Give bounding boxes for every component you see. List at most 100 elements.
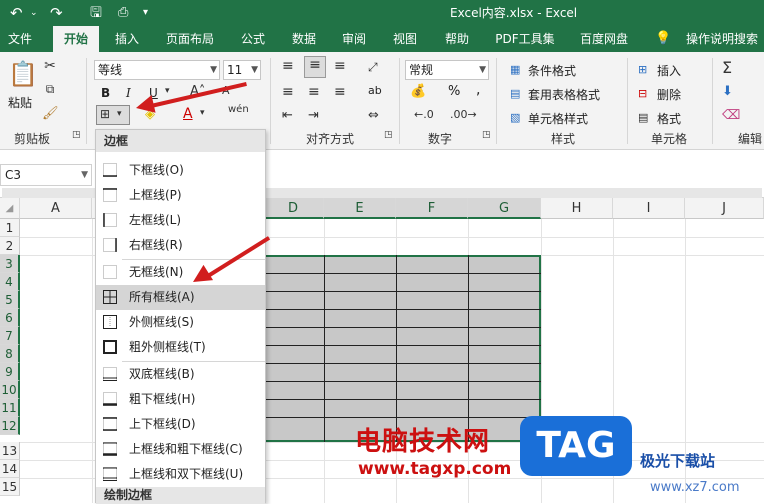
menu-item-top-border[interactable]: 上框线(P) <box>96 183 265 208</box>
merge-center-icon[interactable]: ⇔ <box>368 108 379 123</box>
menu-item-top-thick-bottom-border[interactable]: 上框线和粗下框线(C) <box>96 437 265 462</box>
menu-item-left-border[interactable]: 左框线(L) <box>96 208 265 233</box>
increase-indent-icon[interactable]: ⇥ <box>308 108 319 123</box>
row-header-12[interactable]: 12 <box>0 417 20 435</box>
align-bottom-icon[interactable]: ≡ <box>334 58 346 74</box>
border-button[interactable]: ⊞ ▾ <box>96 105 130 125</box>
format-cells-button[interactable]: 格式 <box>657 110 681 127</box>
wrap-text-button[interactable]: ab <box>368 84 382 97</box>
number-launcher-icon[interactable]: ◳ <box>482 130 491 140</box>
font-name-select[interactable]: 等线 ▼ <box>94 60 220 80</box>
select-all-corner[interactable]: ◢ <box>0 198 20 219</box>
clear-icon[interactable]: ⌫ <box>722 108 740 123</box>
column-header-g[interactable]: G <box>468 198 541 219</box>
number-format-select[interactable]: 常规 ▼ <box>405 60 489 80</box>
insert-cells-button[interactable]: 插入 <box>657 62 681 79</box>
tab-pdf-tools[interactable]: PDF工具集 <box>487 26 563 52</box>
row-header-6[interactable]: 6 <box>0 309 20 327</box>
row-header-3[interactable]: 3 <box>0 255 20 273</box>
format-as-table-button[interactable]: 套用表格格式 <box>528 86 600 103</box>
menu-item-all-borders[interactable]: 所有框线(A) <box>96 285 265 310</box>
tab-formulas[interactable]: 公式 <box>233 26 273 52</box>
decrease-decimal-icon[interactable]: .00→ <box>450 108 477 121</box>
column-header-h[interactable]: H <box>541 198 613 219</box>
print-preview-icon[interactable]: ⎙ <box>118 0 128 26</box>
fill-icon[interactable]: ⬇ <box>722 84 733 99</box>
column-header-j[interactable]: J <box>685 198 764 219</box>
decrease-indent-icon[interactable]: ⇤ <box>282 108 293 123</box>
menu-item-outside-borders[interactable]: 外侧框线(S) <box>96 310 265 335</box>
row-header-8[interactable]: 8 <box>0 345 20 363</box>
align-right-icon[interactable]: ≡ <box>334 84 346 100</box>
undo-dropdown-icon[interactable]: ⌄ <box>30 0 38 26</box>
cell-border <box>396 255 397 442</box>
copy-icon[interactable]: ⧉ <box>42 82 58 97</box>
clipboard-launcher-icon[interactable]: ◳ <box>72 130 81 140</box>
menu-item-top-bottom-border[interactable]: 上下框线(D) <box>96 412 265 437</box>
column-header-a[interactable]: A <box>20 198 92 219</box>
phonetic-icon[interactable]: wén <box>228 104 249 115</box>
tab-insert[interactable]: 插入 <box>104 26 150 52</box>
percent-button[interactable]: % <box>448 84 460 99</box>
row-header-14[interactable]: 14 <box>0 460 20 478</box>
menu-item-bottom-border[interactable]: 下框线(O) <box>96 158 265 183</box>
quick-access-dropdown-icon[interactable]: ▾ <box>143 0 148 26</box>
currency-icon[interactable]: 💰 <box>410 84 426 99</box>
menu-item-double-bottom-border[interactable]: 双底框线(B) <box>96 362 265 387</box>
row-header-15[interactable]: 15 <box>0 478 20 496</box>
italic-button[interactable]: I <box>126 86 131 100</box>
cell-styles-button[interactable]: 单元格样式 <box>528 110 588 127</box>
row-header-13[interactable]: 13 <box>0 442 20 460</box>
menu-item-thick-bottom-border[interactable]: 粗下框线(H) <box>96 387 265 412</box>
increase-decimal-icon[interactable]: ←.0 <box>414 108 434 121</box>
column-header-d[interactable]: D <box>263 198 324 219</box>
font-color-icon[interactable]: A <box>183 106 193 122</box>
underline-dropdown-icon[interactable]: ▾ <box>165 86 170 96</box>
align-left-icon[interactable]: ≡ <box>282 84 294 100</box>
tab-home[interactable]: 开始 <box>53 26 99 52</box>
bold-button[interactable]: B <box>101 86 110 100</box>
align-top-icon[interactable]: ≡ <box>282 58 294 74</box>
conditional-format-button[interactable]: 条件格式 <box>528 62 576 79</box>
autosum-icon[interactable]: Σ <box>722 58 732 77</box>
row-header-9[interactable]: 9 <box>0 363 20 381</box>
tab-file[interactable]: 文件 <box>0 26 40 52</box>
row-header-10[interactable]: 10 <box>0 381 20 399</box>
font-color-dropdown-icon[interactable]: ▾ <box>200 108 205 118</box>
delete-cells-button[interactable]: 删除 <box>657 86 681 103</box>
tell-me-search[interactable]: 操作说明搜索 <box>680 26 764 52</box>
undo-icon[interactable]: ↶ <box>10 0 23 26</box>
tab-page-layout[interactable]: 页面布局 <box>158 26 222 52</box>
format-painter-icon[interactable]: 🖌 <box>42 106 59 121</box>
row-header-7[interactable]: 7 <box>0 327 20 345</box>
orientation-icon[interactable]: ⤢ <box>368 60 378 75</box>
save-icon[interactable]: 🖫 <box>90 0 102 26</box>
paste-label[interactable]: 粘贴 <box>8 94 32 111</box>
column-header-i[interactable]: I <box>613 198 685 219</box>
column-header-f[interactable]: F <box>396 198 468 219</box>
tab-view[interactable]: 视图 <box>385 26 425 52</box>
paste-icon[interactable]: 📋 <box>8 60 38 92</box>
align-center-icon[interactable]: ≡ <box>308 84 320 100</box>
menu-item-thick-outside-borders[interactable]: 粗外侧框线(T) <box>96 335 265 360</box>
cut-icon[interactable]: ✂ <box>42 58 58 74</box>
row-header-1[interactable]: 1 <box>0 219 20 237</box>
column-header-e[interactable]: E <box>324 198 396 219</box>
name-box[interactable]: C3 ▼ <box>0 164 92 186</box>
comma-button[interactable]: , <box>476 82 480 98</box>
alignment-launcher-icon[interactable]: ◳ <box>384 130 393 140</box>
tab-baidu-netdisk[interactable]: 百度网盘 <box>572 26 636 52</box>
menu-item-top-double-bottom-border[interactable]: 上框线和双下框线(U) <box>96 462 265 487</box>
row-header-11[interactable]: 11 <box>0 399 20 417</box>
tab-review[interactable]: 审阅 <box>334 26 374 52</box>
row-header-4[interactable]: 4 <box>0 273 20 291</box>
row-header-2[interactable]: 2 <box>0 237 20 255</box>
redo-icon[interactable]: ↷ <box>50 0 63 26</box>
selected-range[interactable] <box>263 255 541 442</box>
tab-data[interactable]: 数据 <box>284 26 324 52</box>
font-size-select[interactable]: 11 ▼ <box>223 60 261 80</box>
align-middle-icon[interactable]: ≡ <box>304 56 326 78</box>
menu-item-no-border[interactable]: 无框线(N) <box>96 260 265 285</box>
row-header-5[interactable]: 5 <box>0 291 20 309</box>
tab-help[interactable]: 帮助 <box>437 26 477 52</box>
